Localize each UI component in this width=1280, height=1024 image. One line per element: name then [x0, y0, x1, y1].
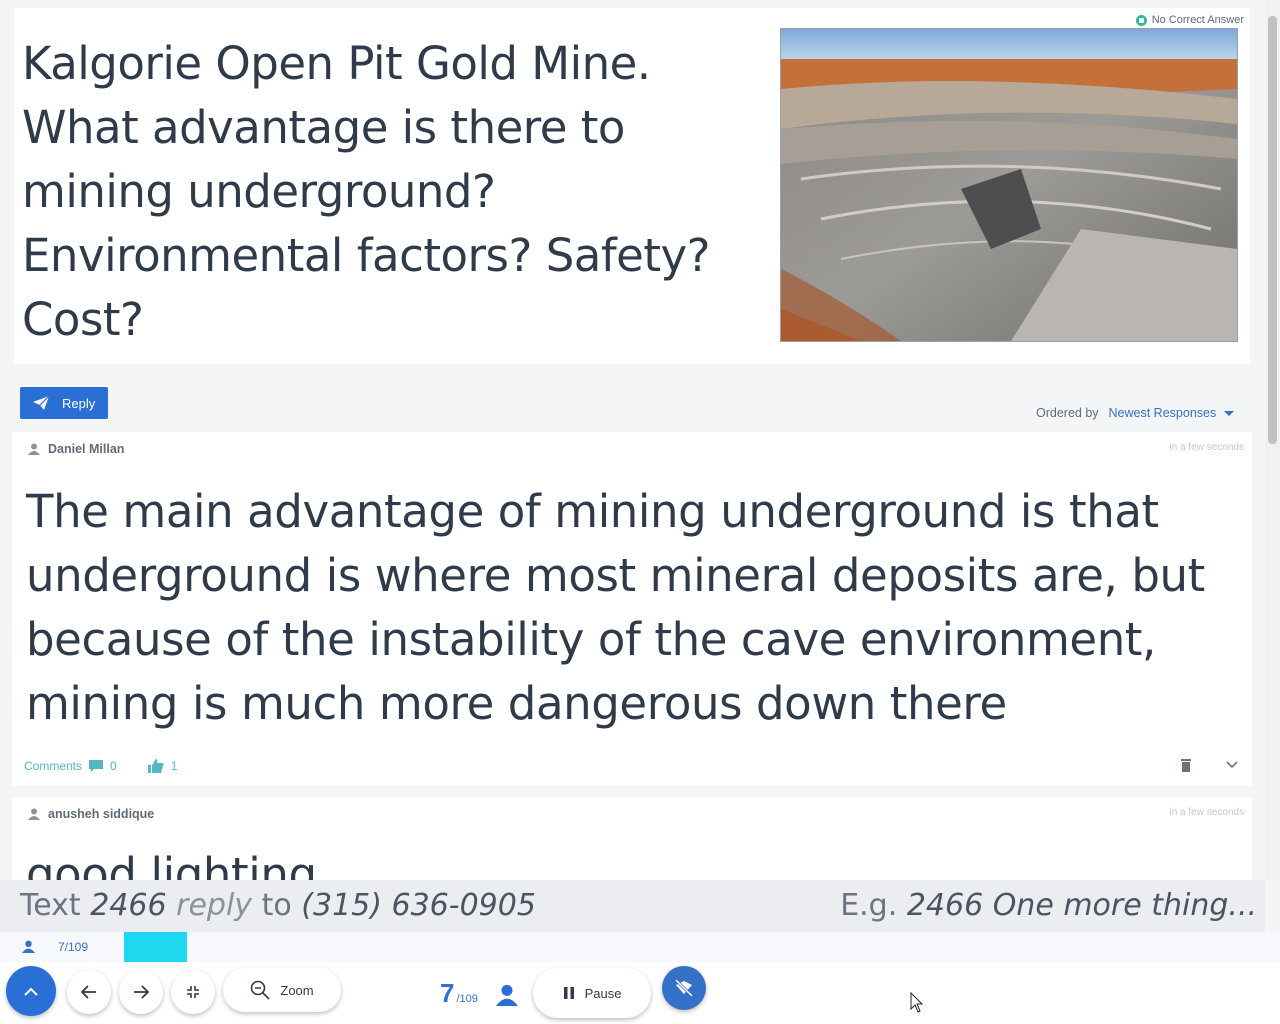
- caret-down-icon: [1224, 410, 1235, 416]
- next-button[interactable]: [119, 970, 163, 1014]
- pause-icon: [563, 987, 574, 999]
- ordered-by-label: Ordered by: [1036, 406, 1099, 420]
- user-icon: [28, 443, 40, 455]
- comment-icon[interactable]: [88, 759, 104, 773]
- sms-keyword: reply: [176, 888, 253, 923]
- minimize-button[interactable]: [171, 970, 215, 1014]
- chevron-down-icon[interactable]: [1226, 761, 1238, 769]
- badge-label: No Correct Answer: [1151, 14, 1244, 26]
- zoom-out-icon: [251, 980, 270, 1000]
- thumbs-up-icon[interactable]: [147, 758, 165, 774]
- response-author: Daniel Millan: [28, 442, 124, 456]
- zoom-button[interactable]: Zoom: [223, 968, 341, 1012]
- response-author: anusheh siddique: [28, 807, 154, 821]
- arrow-right-icon: [134, 985, 149, 999]
- comments-link[interactable]: Comments: [24, 759, 82, 773]
- response-card: anusheh siddique in a few seconds good l…: [12, 797, 1252, 887]
- arrow-left-icon: [81, 985, 96, 999]
- response-time: in a few seconds: [1169, 442, 1245, 453]
- progress-row: 7/109: [0, 932, 1280, 962]
- response-footer: Comments 0 1: [24, 758, 177, 774]
- user-icon: [22, 940, 35, 953]
- scroll-thumb[interactable]: [1268, 16, 1277, 444]
- eye-slash-icon: [674, 978, 694, 998]
- sms-code: 2466: [90, 888, 167, 923]
- mine-photo: [780, 28, 1238, 342]
- previous-button[interactable]: [67, 970, 111, 1014]
- ordering-dropdown[interactable]: Newest Responses: [1109, 406, 1235, 420]
- progress-fill: [124, 932, 187, 962]
- response-text: The main advantage of mining underground…: [26, 485, 1205, 730]
- participants-icon[interactable]: [496, 984, 518, 1006]
- question-text: Kalgorie Open Pit Gold Mine. What advant…: [22, 37, 711, 346]
- ordering-value: Newest Responses: [1108, 406, 1217, 420]
- send-icon: [33, 395, 50, 410]
- author-name: Daniel Millan: [48, 442, 125, 456]
- slide-counter: 7 /109: [440, 978, 478, 1009]
- expand-up-button[interactable]: [6, 966, 56, 1016]
- sms-instructions: Text 2466 reply to (315) 636-0905 E.g. 2…: [0, 880, 1265, 932]
- progress-count: 7/109: [58, 940, 89, 954]
- sms-prefix: Text: [20, 888, 81, 923]
- sms-example-text: 2466 One more thing...: [906, 888, 1257, 923]
- user-icon: [28, 808, 40, 820]
- check-icon: [1135, 14, 1147, 26]
- pause-button[interactable]: Pause: [533, 968, 651, 1018]
- hide-responses-button[interactable]: [662, 966, 706, 1010]
- compress-icon: [187, 986, 199, 998]
- total-slides: /109: [456, 993, 478, 1005]
- open-pit-mine-image: [781, 29, 1237, 341]
- presentation-controls: Zoom 7 /109 Pause: [0, 962, 1280, 1024]
- reply-button[interactable]: Reply: [20, 387, 108, 419]
- trash-icon[interactable]: [1180, 758, 1192, 772]
- pause-label: Pause: [584, 985, 622, 1001]
- sms-eg: E.g.: [840, 888, 898, 923]
- comments-count: 0: [110, 759, 117, 773]
- chevron-up-icon: [24, 987, 38, 996]
- reply-label: Reply: [62, 395, 96, 411]
- zoom-label: Zoom: [280, 982, 314, 998]
- author-name: anusheh siddique: [48, 807, 155, 821]
- ordering-control: Ordered by Newest Responses: [1036, 406, 1235, 420]
- response-actions: [1180, 758, 1238, 772]
- mouse-cursor-icon: [910, 992, 924, 1013]
- question-card: Kalgorie Open Pit Gold Mine. What advant…: [14, 8, 1250, 364]
- sms-phone: (315) 636-0905: [301, 888, 536, 923]
- likes-count: 1: [170, 759, 178, 773]
- sms-to: to: [261, 888, 292, 923]
- current-slide: 7: [440, 978, 455, 1008]
- response-time: in a few seconds: [1169, 807, 1245, 818]
- no-correct-answer-badge: No Correct Answer: [1133, 14, 1246, 26]
- response-card: Daniel Millan in a few seconds The main …: [12, 432, 1252, 786]
- sms-example: E.g. 2466 One more thing...: [840, 880, 1257, 932]
- sms-instruction-left: Text 2466 reply to (315) 636-0905: [20, 880, 536, 932]
- scrollbar[interactable]: [1265, 0, 1280, 880]
